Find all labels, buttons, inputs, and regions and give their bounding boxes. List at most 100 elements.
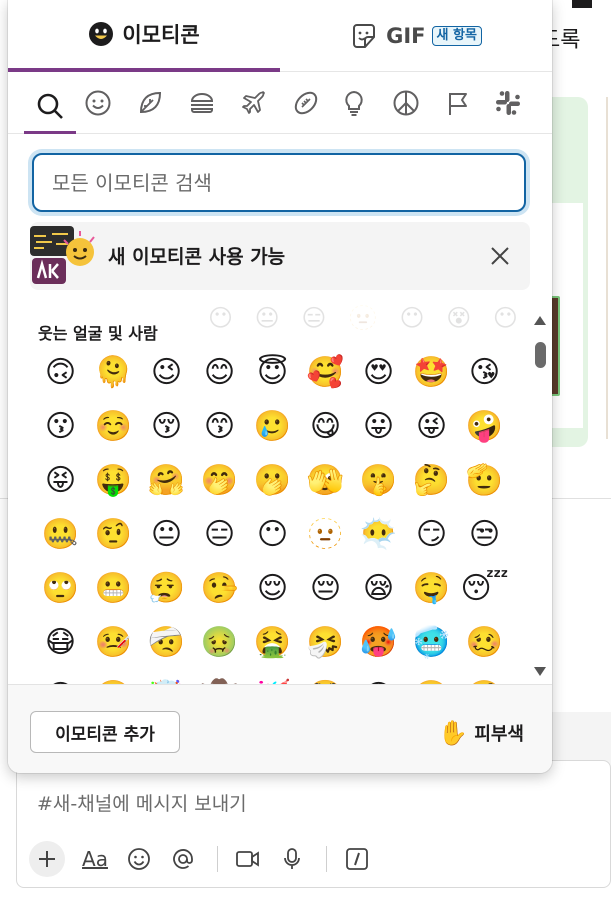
emoji-button[interactable]: 🥸 bbox=[299, 670, 352, 685]
emoji-icon[interactable] bbox=[119, 841, 159, 877]
emoji-button[interactable]: 😐 bbox=[140, 508, 193, 562]
emoji-button[interactable]: 🤕 bbox=[140, 616, 193, 670]
composer-toolbar: Aa bbox=[29, 839, 381, 879]
emoji-button[interactable]: 🤤 bbox=[405, 562, 458, 616]
airplane-icon[interactable] bbox=[228, 80, 280, 126]
emoji-button[interactable]: 😏 bbox=[405, 508, 458, 562]
emoji-button[interactable]: 😎 bbox=[352, 670, 405, 685]
emoji-button[interactable]: 🤧 bbox=[299, 616, 352, 670]
gif-sticker-icon bbox=[350, 22, 378, 50]
message-input[interactable]: #새-채널에 메시지 보내기 bbox=[37, 789, 247, 816]
emoji-button[interactable]: 🤮 bbox=[246, 616, 299, 670]
emoji-button[interactable]: 🤥 bbox=[193, 562, 246, 616]
emoji-button[interactable]: 🤨 bbox=[87, 508, 140, 562]
emoji-button[interactable]: 😇 bbox=[246, 346, 299, 400]
emoji-button[interactable]: 😍 bbox=[352, 346, 405, 400]
scrollbar-thumb[interactable] bbox=[535, 342, 546, 368]
emoji-button[interactable]: 🤓 bbox=[405, 670, 458, 685]
emoji-button[interactable]: 😴 bbox=[458, 562, 511, 616]
emoji-button[interactable]: 🧐 bbox=[458, 670, 511, 685]
emoji-button[interactable]: 🙃 bbox=[34, 346, 87, 400]
emoji-button[interactable]: 🤔 bbox=[405, 454, 458, 508]
add-emoji-button[interactable]: 이모티콘 추가 bbox=[30, 711, 180, 753]
emoji-button[interactable]: 🤯 bbox=[140, 670, 193, 685]
emoji-button[interactable]: 😘 bbox=[458, 346, 511, 400]
tab-gif[interactable]: GIF 새 항목 bbox=[280, 0, 552, 72]
scroll-down-icon[interactable] bbox=[534, 667, 546, 676]
emoji-button[interactable]: 🤢 bbox=[193, 616, 246, 670]
emoji-button[interactable]: 🫢 bbox=[246, 454, 299, 508]
emoji-button[interactable]: 😙 bbox=[193, 400, 246, 454]
emoji-button[interactable]: 🤪 bbox=[458, 400, 511, 454]
section-title: 웃는 얼굴 및 사람 bbox=[38, 320, 158, 344]
emoji-button[interactable]: 🥴 bbox=[458, 616, 511, 670]
emoji-button[interactable]: 😗 bbox=[34, 400, 87, 454]
emoji-button[interactable]: 🙄 bbox=[34, 562, 87, 616]
mention-icon[interactable] bbox=[163, 841, 203, 877]
emoji-button[interactable]: 😔 bbox=[299, 562, 352, 616]
slash-command-icon[interactable] bbox=[337, 841, 377, 877]
text-format-button[interactable]: Aa bbox=[75, 841, 115, 877]
emoji-button[interactable]: 🤫 bbox=[352, 454, 405, 508]
emoji-button[interactable]: 😉 bbox=[140, 346, 193, 400]
emoji-button[interactable]: 🥰 bbox=[299, 346, 352, 400]
emoji-button[interactable]: 😵‍💫 bbox=[87, 670, 140, 685]
plus-icon[interactable] bbox=[29, 841, 65, 877]
emoji-button[interactable]: 🫣 bbox=[299, 454, 352, 508]
microphone-icon[interactable] bbox=[272, 841, 312, 877]
video-icon[interactable] bbox=[228, 841, 268, 877]
emoji-ghost: 😶 bbox=[399, 304, 425, 332]
emoji-button[interactable]: 🤒 bbox=[87, 616, 140, 670]
background-fragment-bar bbox=[572, 0, 592, 8]
emoji-button[interactable]: 😶 bbox=[246, 508, 299, 562]
emoji-scrollbar[interactable] bbox=[532, 312, 548, 680]
category-bar bbox=[8, 72, 552, 134]
slack-icon[interactable] bbox=[482, 80, 534, 126]
emoji-button[interactable]: 🤭 bbox=[193, 454, 246, 508]
emoji-button[interactable]: 😪 bbox=[352, 562, 405, 616]
burger-icon[interactable] bbox=[176, 80, 228, 126]
emoji-button[interactable]: 🫠 bbox=[87, 346, 140, 400]
emoji-button[interactable]: 😑 bbox=[193, 508, 246, 562]
emoji-button[interactable]: 😊 bbox=[193, 346, 246, 400]
emoji-button[interactable]: 🥵 bbox=[352, 616, 405, 670]
message-composer[interactable]: #새-채널에 메시지 보내기 Aa bbox=[16, 760, 611, 888]
emoji-button[interactable]: 😷 bbox=[34, 616, 87, 670]
emoji-button[interactable]: 🫡 bbox=[458, 454, 511, 508]
emoji-button[interactable]: 😋 bbox=[299, 400, 352, 454]
skin-tone-button[interactable]: ✋ 피부색 bbox=[438, 713, 524, 753]
emoji-button[interactable]: 🫥 bbox=[299, 508, 352, 562]
leaf-icon[interactable] bbox=[124, 80, 176, 126]
emoji-button[interactable]: 😵 bbox=[34, 670, 87, 685]
emoji-button[interactable]: 😶‍🌫️ bbox=[352, 508, 405, 562]
football-icon[interactable] bbox=[280, 80, 332, 126]
emoji-button[interactable]: 😝 bbox=[34, 454, 87, 508]
emoji-search-input[interactable] bbox=[34, 155, 524, 210]
smiley-icon[interactable] bbox=[72, 80, 124, 126]
emoji-button[interactable]: 😒 bbox=[458, 508, 511, 562]
emoji-button[interactable]: 😬 bbox=[87, 562, 140, 616]
tab-emoji[interactable]: 이모티콘 bbox=[8, 0, 280, 72]
lightbulb-icon[interactable] bbox=[328, 80, 380, 126]
emoji-search-box[interactable] bbox=[32, 153, 526, 212]
emoji-button[interactable]: 😛 bbox=[352, 400, 405, 454]
emoji-button[interactable]: 😌 bbox=[246, 562, 299, 616]
flag-icon[interactable] bbox=[432, 80, 484, 126]
scroll-up-icon[interactable] bbox=[534, 316, 546, 325]
emoji-button[interactable]: 😮‍💨 bbox=[140, 562, 193, 616]
emoji-button[interactable]: 😜 bbox=[405, 400, 458, 454]
emoji-button[interactable]: 😚 bbox=[140, 400, 193, 454]
emoji-button[interactable]: 🤠 bbox=[193, 670, 246, 685]
emoji-button[interactable]: 🤑 bbox=[87, 454, 140, 508]
search-icon[interactable] bbox=[24, 80, 76, 134]
emoji-button[interactable]: 🤩 bbox=[405, 346, 458, 400]
emoji-button[interactable]: 🥲 bbox=[246, 400, 299, 454]
emoji-button[interactable]: ☺️ bbox=[87, 400, 140, 454]
peace-icon[interactable] bbox=[380, 80, 432, 126]
emoji-ghost: 😑 bbox=[301, 304, 327, 332]
emoji-button[interactable]: 🤐 bbox=[34, 508, 87, 562]
close-icon[interactable] bbox=[486, 242, 514, 270]
emoji-button[interactable]: 🥳 bbox=[246, 670, 299, 685]
emoji-button[interactable]: 🥶 bbox=[405, 616, 458, 670]
emoji-button[interactable]: 🤗 bbox=[140, 454, 193, 508]
